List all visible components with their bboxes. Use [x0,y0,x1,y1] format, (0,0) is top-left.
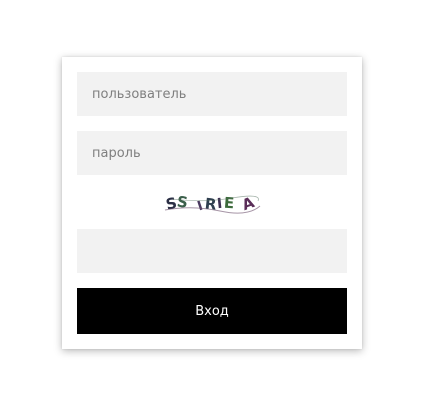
captcha-input[interactable] [77,229,347,273]
svg-text:I: I [216,196,223,212]
captcha-image: S S I R I E A [162,188,262,218]
login-page: S S I R I E A Вход [0,0,427,403]
svg-text:S: S [176,193,189,212]
login-button[interactable]: Вход [77,288,347,334]
svg-text:E: E [223,194,234,213]
username-input[interactable] [77,72,347,116]
login-card: S S I R I E A Вход [62,57,362,349]
password-input[interactable] [77,131,347,175]
